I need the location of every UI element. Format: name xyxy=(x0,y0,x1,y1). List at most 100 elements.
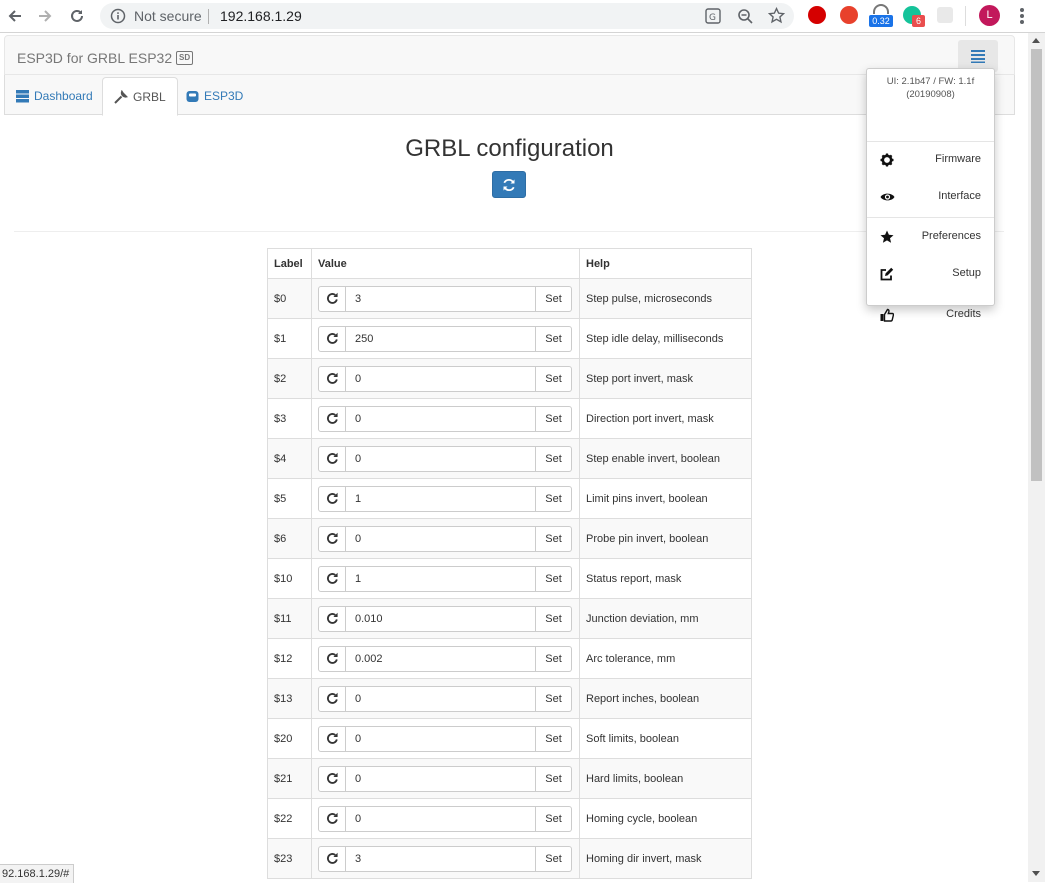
forward-arrow-icon xyxy=(39,10,52,22)
setting-label: $11 xyxy=(267,598,312,639)
tab-esp3d[interactable]: ESP3D xyxy=(175,77,254,115)
reload-setting-button[interactable] xyxy=(318,845,346,872)
reload-setting-button[interactable] xyxy=(318,405,346,432)
tab-dashboard[interactable]: Dashboard xyxy=(5,77,104,115)
setting-value-input[interactable]: 0 xyxy=(346,805,536,832)
extension-shield-icon[interactable] xyxy=(808,6,826,24)
back-arrow-icon xyxy=(8,10,21,22)
reload-setting-button[interactable] xyxy=(318,565,346,592)
setting-label: $2 xyxy=(267,358,312,399)
reload-setting-button[interactable] xyxy=(318,285,346,312)
setting-label: $12 xyxy=(267,638,312,679)
reload-icon xyxy=(326,332,339,345)
menu-item-interface[interactable]: Interface xyxy=(867,182,994,212)
setting-value-cell: 0.010 Set xyxy=(311,598,580,639)
wrench-icon xyxy=(114,89,128,104)
profile-avatar[interactable]: L xyxy=(979,5,1000,26)
menu-list-icon xyxy=(971,50,985,63)
set-button[interactable]: Set xyxy=(536,565,572,592)
setting-value-cell: 0 Set xyxy=(311,758,580,799)
setting-value-input[interactable]: 0.002 xyxy=(346,645,536,672)
setting-value-input[interactable]: 0 xyxy=(346,525,536,552)
scroll-thumb[interactable] xyxy=(1031,49,1042,481)
scroll-up-arrow-icon[interactable] xyxy=(1032,38,1040,43)
sd-card-icon: SD xyxy=(176,51,194,65)
setting-value-input[interactable]: 3 xyxy=(346,285,536,312)
extension-vivaldi-icon[interactable] xyxy=(840,6,858,24)
set-button[interactable]: Set xyxy=(536,485,572,512)
setting-value-input[interactable]: 0 xyxy=(346,405,536,432)
setting-help: Step pulse, microseconds xyxy=(579,278,752,319)
setting-value-group: 0 Set xyxy=(318,725,573,752)
setting-value-input[interactable]: 0 xyxy=(346,765,536,792)
set-button[interactable]: Set xyxy=(536,725,572,752)
reload-setting-button[interactable] xyxy=(318,525,346,552)
set-button[interactable]: Set xyxy=(536,405,572,432)
app-brand[interactable]: ESP3D for GRBL ESP32 SD xyxy=(17,50,194,66)
setting-value-input[interactable]: 250 xyxy=(346,325,536,352)
bookmark-star-icon[interactable] xyxy=(768,7,785,24)
scroll-down-arrow-icon[interactable] xyxy=(1032,871,1040,876)
setting-value-cell: 1 Set xyxy=(311,478,580,519)
reload-setting-button[interactable] xyxy=(318,325,346,352)
back-button[interactable] xyxy=(4,5,26,27)
setting-value-group: 0 Set xyxy=(318,765,573,792)
reload-setting-button[interactable] xyxy=(318,725,346,752)
setting-value-cell: 0 Set xyxy=(311,358,580,399)
setting-value-input[interactable]: 0 xyxy=(346,445,536,472)
header-help: Help xyxy=(579,248,752,279)
menu-item-setup[interactable]: Setup xyxy=(867,259,994,289)
set-button[interactable]: Set xyxy=(536,685,572,712)
page-scrollbar[interactable] xyxy=(1028,33,1045,882)
browser-menu-icon[interactable] xyxy=(1017,7,1027,25)
reload-setting-button[interactable] xyxy=(318,445,346,472)
setting-value-input[interactable]: 0 xyxy=(346,685,536,712)
set-button[interactable]: Set xyxy=(536,845,572,872)
extension-grammar-icon[interactable]: 6 xyxy=(903,6,925,27)
extension-grid-icon[interactable] xyxy=(937,7,953,23)
set-button[interactable]: Set xyxy=(536,365,572,392)
url-text[interactable]: 192.168.1.29 xyxy=(220,8,302,24)
setting-value-input[interactable]: 1 xyxy=(346,485,536,512)
thumbs-up-icon xyxy=(879,307,895,323)
setting-value-input[interactable]: 0 xyxy=(346,725,536,752)
set-button[interactable]: Set xyxy=(536,765,572,792)
set-button[interactable]: Set xyxy=(536,445,572,472)
setting-value-input[interactable]: 1 xyxy=(346,565,536,592)
setting-label: $20 xyxy=(267,718,312,759)
setting-help: Homing cycle, boolean xyxy=(579,798,752,839)
set-button[interactable]: Set xyxy=(536,285,572,312)
menu-item-preferences[interactable]: Preferences xyxy=(867,222,994,252)
reload-setting-button[interactable] xyxy=(318,685,346,712)
reload-setting-button[interactable] xyxy=(318,765,346,792)
translate-icon[interactable]: G xyxy=(705,8,721,24)
refresh-all-button[interactable] xyxy=(492,171,526,198)
set-button[interactable]: Set xyxy=(536,645,572,672)
reload-icon xyxy=(326,532,339,545)
reload-setting-button[interactable] xyxy=(318,645,346,672)
extension-speed-icon[interactable]: 0.32 xyxy=(869,4,893,28)
menu-divider xyxy=(867,217,994,218)
set-button[interactable]: Set xyxy=(536,525,572,552)
forward-button[interactable] xyxy=(34,5,56,27)
reload-icon xyxy=(326,812,339,825)
info-icon[interactable] xyxy=(110,8,126,24)
setting-value-group: 0 Set xyxy=(318,685,573,712)
set-button[interactable]: Set xyxy=(536,325,572,352)
reload-icon xyxy=(326,572,339,585)
set-button[interactable]: Set xyxy=(536,605,572,632)
tab-grbl[interactable]: GRBL xyxy=(102,77,178,116)
zoom-out-icon[interactable] xyxy=(737,8,753,24)
address-bar[interactable]: Not secure 192.168.1.29 G xyxy=(100,3,794,29)
menu-item-credits[interactable]: Credits xyxy=(867,300,994,330)
reload-button[interactable] xyxy=(66,5,88,27)
set-button[interactable]: Set xyxy=(536,805,572,832)
setting-value-input[interactable]: 0 xyxy=(346,365,536,392)
setting-value-input[interactable]: 0.010 xyxy=(346,605,536,632)
setting-value-input[interactable]: 3 xyxy=(346,845,536,872)
menu-item-firmware[interactable]: Firmware xyxy=(867,145,994,175)
reload-setting-button[interactable] xyxy=(318,365,346,392)
reload-setting-button[interactable] xyxy=(318,805,346,832)
reload-setting-button[interactable] xyxy=(318,605,346,632)
reload-setting-button[interactable] xyxy=(318,485,346,512)
